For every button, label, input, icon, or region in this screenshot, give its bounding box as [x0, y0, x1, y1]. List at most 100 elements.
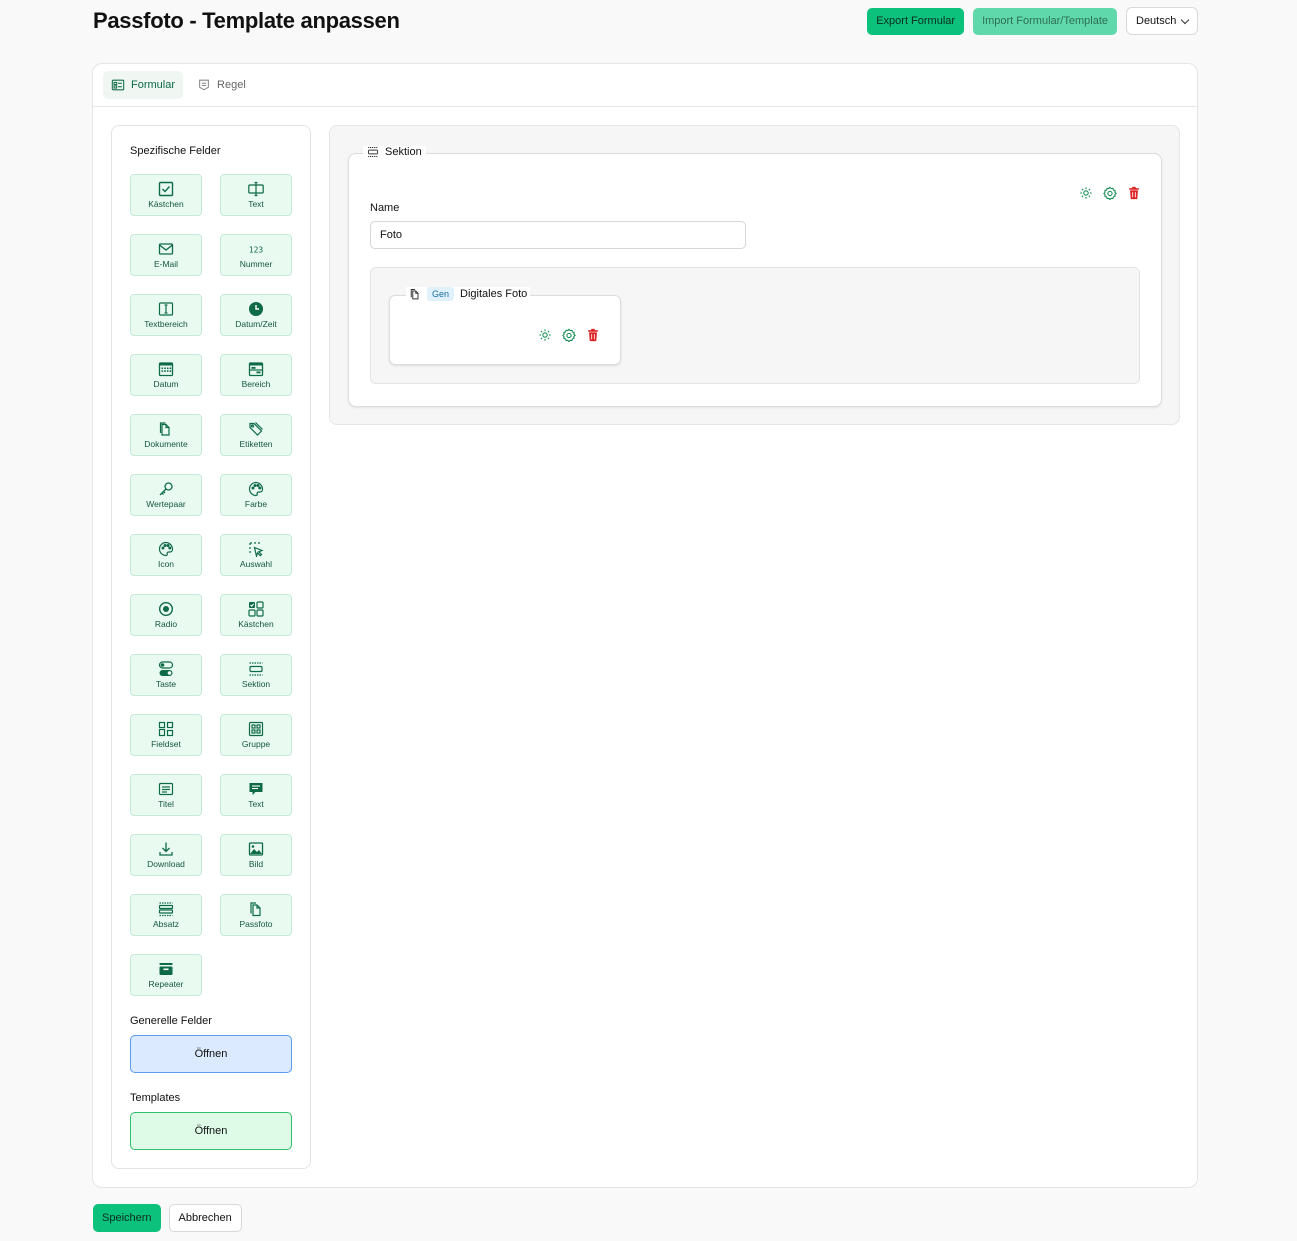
field-label: Absatz	[153, 919, 179, 929]
checkbox-group-icon	[248, 601, 264, 617]
open-templates-button[interactable]: Öffnen	[130, 1112, 292, 1150]
field-label: Repeater	[148, 979, 184, 989]
field-message[interactable]: Text	[220, 774, 292, 816]
field-datetime[interactable]: Datum/Zeit	[220, 294, 292, 336]
field-checkbox[interactable]: Kästchen	[130, 174, 202, 216]
image-icon	[248, 842, 264, 856]
field-email[interactable]: E-Mail	[130, 234, 202, 276]
tab-regel[interactable]: Regel	[189, 71, 254, 99]
section-legend-label: Sektion	[385, 146, 422, 158]
field-tags[interactable]: Etiketten	[220, 414, 292, 456]
section-icon	[249, 662, 263, 676]
message-icon	[249, 783, 263, 795]
repeater-icon	[159, 963, 173, 975]
tab-bar: Formular Regel	[93, 64, 1197, 107]
field-label: Kästchen	[148, 199, 184, 209]
section-icon	[368, 147, 378, 157]
field-fieldset[interactable]: Fieldset	[130, 714, 202, 756]
gen-badge: Gen	[427, 287, 455, 301]
field-color[interactable]: Farbe	[220, 474, 292, 516]
field-group[interactable]: Gruppe	[220, 714, 292, 756]
digital-photo-field[interactable]: Gen Digitales Foto	[389, 287, 621, 365]
field-label: Titel	[158, 799, 174, 809]
text-input-icon	[248, 181, 264, 197]
field-label: Etiketten	[239, 439, 273, 449]
field-select[interactable]: Auswahl	[220, 534, 292, 576]
field-textarea[interactable]: Textbereich	[130, 294, 202, 336]
section-dropzone[interactable]: Gen Digitales Foto	[370, 267, 1140, 384]
cancel-button[interactable]: Abbrechen	[168, 1204, 242, 1232]
field-toggle[interactable]: Taste	[130, 654, 202, 696]
radio-icon	[158, 601, 174, 617]
clock-icon	[249, 302, 263, 316]
chevron-down-icon	[1180, 15, 1190, 24]
field-checkbox-group[interactable]: Kästchen	[220, 594, 292, 636]
field-label: Nummer	[239, 259, 273, 269]
textarea-icon	[158, 302, 174, 316]
mail-icon	[158, 243, 174, 255]
rule-icon	[199, 79, 209, 91]
field-title[interactable]: Titel	[130, 774, 202, 816]
field-label: Farbe	[244, 499, 268, 509]
field-label: Download	[147, 859, 185, 869]
toggle-icon	[158, 661, 174, 676]
palette-icon	[248, 481, 264, 497]
field-label: Radio	[154, 619, 178, 629]
open-general-fields-button[interactable]: Öffnen	[130, 1035, 292, 1073]
title-icon	[158, 782, 174, 796]
sun-icon[interactable]	[538, 328, 552, 342]
field-date[interactable]: Datum	[130, 354, 202, 396]
field-documents[interactable]: Dokumente	[130, 414, 202, 456]
documents-icon	[159, 422, 170, 436]
section-legend: Sektion	[363, 146, 426, 158]
field-image[interactable]: Bild	[220, 834, 292, 876]
import-form-button[interactable]: Import Formular/Template	[973, 7, 1117, 35]
field-label: Text	[248, 799, 264, 809]
sun-icon[interactable]	[1079, 186, 1093, 200]
field-grid: Kästchen Text E-Mail 123 Nummer Textbere…	[130, 174, 292, 996]
trash-icon[interactable]	[1127, 186, 1141, 200]
range-icon	[248, 362, 264, 377]
field-key-value[interactable]: Wertepaar	[130, 474, 202, 516]
field-range[interactable]: Bereich	[220, 354, 292, 396]
save-button[interactable]: Speichern	[93, 1204, 161, 1232]
field-download[interactable]: Download	[130, 834, 202, 876]
field-paragraph[interactable]: Absatz	[130, 894, 202, 936]
language-select[interactable]: Deutsch	[1126, 7, 1198, 35]
field-passphoto[interactable]: Passfoto	[220, 894, 292, 936]
group-icon	[248, 721, 264, 737]
svg-text:123: 123	[249, 246, 264, 255]
palette-icon	[158, 541, 174, 557]
section-container[interactable]: Sektion Name Gen Digitales Foto	[348, 146, 1162, 407]
photo-field-label: Digitales Foto	[460, 288, 528, 300]
field-number[interactable]: 123 Nummer	[220, 234, 292, 276]
checkbox-icon	[158, 181, 174, 197]
field-radio[interactable]: Radio	[130, 594, 202, 636]
field-label: Gruppe	[241, 739, 271, 749]
field-label: Wertepaar	[146, 499, 186, 509]
field-label: Bild	[248, 859, 264, 869]
settings-icon[interactable]	[1103, 186, 1117, 200]
field-repeater[interactable]: Repeater	[130, 954, 202, 996]
field-label: Sektion	[241, 679, 271, 689]
section-name-input[interactable]	[370, 221, 746, 249]
form-canvas: Sektion Name Gen Digitales Foto	[329, 125, 1180, 425]
trash-icon[interactable]	[586, 328, 600, 342]
field-label: Datum	[153, 379, 179, 389]
field-section[interactable]: Sektion	[220, 654, 292, 696]
field-label: Fieldset	[151, 739, 181, 749]
photo-field-actions	[538, 328, 600, 342]
tag-icon	[249, 422, 263, 436]
export-form-button[interactable]: Export Formular	[867, 7, 965, 35]
field-label: Dokumente	[144, 439, 188, 449]
field-label: Taste	[155, 679, 177, 689]
field-icon[interactable]: Icon	[130, 534, 202, 576]
field-label: Textbereich	[144, 319, 188, 329]
field-text[interactable]: Text	[220, 174, 292, 216]
settings-icon[interactable]	[562, 328, 576, 342]
tab-regel-label: Regel	[217, 79, 246, 91]
field-label: Text	[248, 199, 264, 209]
tab-formular[interactable]: Formular	[103, 71, 184, 99]
number-icon: 123	[249, 246, 264, 255]
footer-actions: Speichern Abbrechen	[93, 1204, 242, 1232]
